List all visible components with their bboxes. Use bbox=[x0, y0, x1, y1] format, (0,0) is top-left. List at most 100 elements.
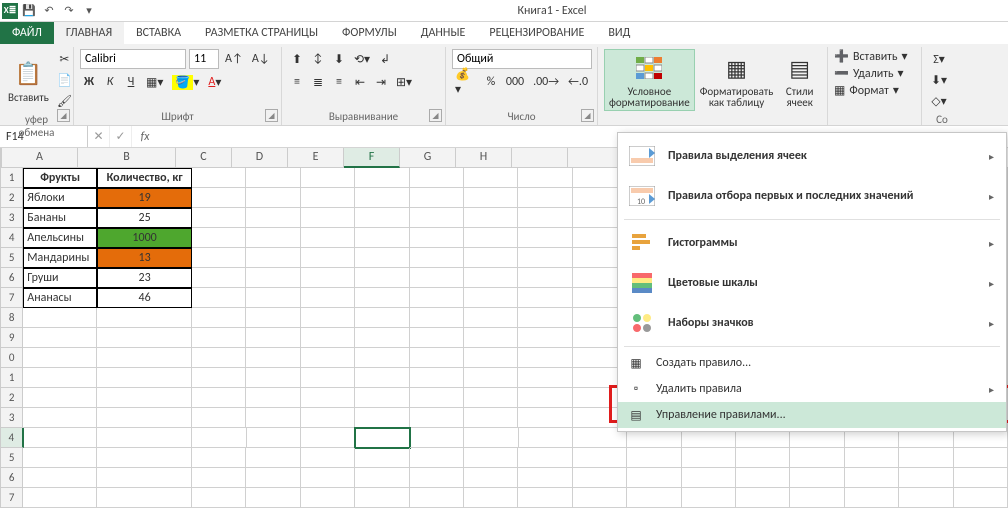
row-header[interactable]: 7 bbox=[0, 488, 23, 508]
cell[interactable] bbox=[301, 288, 355, 308]
row-header[interactable]: 5 bbox=[0, 448, 23, 468]
cell[interactable] bbox=[192, 188, 246, 208]
align-right-icon[interactable]: ≡ bbox=[330, 72, 348, 92]
format-as-table-button[interactable]: ▦ Форматировать как таблицу bbox=[698, 49, 776, 111]
merge-button[interactable]: ⊞▾ bbox=[393, 72, 415, 92]
cell[interactable]: 46 bbox=[97, 288, 192, 308]
cell[interactable] bbox=[518, 268, 572, 288]
cell[interactable] bbox=[301, 268, 355, 288]
cell[interactable] bbox=[355, 408, 409, 428]
cell[interactable] bbox=[464, 328, 518, 348]
number-dialog-launcher[interactable]: ◢ bbox=[581, 109, 594, 122]
cell[interactable]: Апельсины bbox=[23, 228, 97, 248]
cell[interactable] bbox=[355, 188, 409, 208]
decrease-decimal-icon[interactable]: ←.0 bbox=[565, 72, 591, 92]
increase-font-icon[interactable]: A↑ bbox=[222, 49, 246, 69]
row-header[interactable]: 6 bbox=[0, 468, 23, 488]
fill-color-button[interactable]: 🪣▾ bbox=[169, 72, 202, 92]
cell[interactable] bbox=[464, 308, 518, 328]
cell[interactable] bbox=[23, 368, 97, 388]
cell[interactable] bbox=[192, 468, 246, 488]
cell[interactable]: 19 bbox=[97, 188, 192, 208]
cell[interactable] bbox=[301, 448, 355, 468]
align-center-icon[interactable]: ≣ bbox=[309, 72, 327, 92]
align-bottom-icon[interactable]: ⬇ bbox=[330, 49, 348, 69]
cell[interactable] bbox=[355, 268, 409, 288]
cell[interactable] bbox=[355, 168, 409, 188]
save-icon[interactable]: 💾 bbox=[20, 2, 38, 20]
row-header[interactable]: 1 bbox=[0, 168, 23, 188]
cell[interactable] bbox=[682, 468, 736, 488]
cell[interactable] bbox=[899, 488, 953, 508]
cell[interactable] bbox=[192, 228, 246, 248]
cell[interactable] bbox=[464, 388, 518, 408]
cancel-formula-icon[interactable]: ✕ bbox=[88, 126, 110, 147]
cell[interactable] bbox=[410, 428, 464, 448]
cell[interactable] bbox=[301, 168, 355, 188]
tab-page-layout[interactable]: РАЗМЕТКА СТРАНИЦЫ bbox=[193, 22, 330, 44]
cell[interactable] bbox=[355, 388, 409, 408]
cell[interactable] bbox=[518, 328, 572, 348]
tab-file[interactable]: ФАЙЛ bbox=[0, 22, 54, 44]
cell[interactable] bbox=[192, 168, 246, 188]
col-header-E[interactable]: E bbox=[288, 148, 344, 168]
cell[interactable] bbox=[246, 248, 300, 268]
cell[interactable] bbox=[464, 228, 518, 248]
align-top-icon[interactable]: ⬆ bbox=[288, 49, 306, 69]
cell[interactable] bbox=[246, 368, 300, 388]
cell[interactable] bbox=[246, 228, 300, 248]
cell[interactable] bbox=[246, 288, 300, 308]
cell[interactable] bbox=[301, 188, 355, 208]
cell[interactable] bbox=[464, 268, 518, 288]
delete-cells-button[interactable]: ➖Удалить▾ bbox=[834, 66, 908, 81]
row-header[interactable]: 0 bbox=[0, 348, 23, 368]
cell[interactable] bbox=[518, 168, 572, 188]
cell[interactable] bbox=[518, 368, 572, 388]
col-header[interactable] bbox=[512, 148, 568, 168]
tab-insert[interactable]: ВСТАВКА bbox=[124, 22, 193, 44]
cell[interactable] bbox=[301, 208, 355, 228]
row-header[interactable]: 3 bbox=[0, 208, 23, 228]
bold-button[interactable]: Ж bbox=[80, 72, 98, 92]
cf-highlight-rules[interactable]: Правила выделения ячеек ▸ bbox=[618, 136, 1006, 176]
align-middle-icon[interactable]: ↕ bbox=[309, 49, 327, 69]
cell[interactable] bbox=[464, 468, 518, 488]
cell[interactable] bbox=[410, 308, 464, 328]
cell[interactable] bbox=[464, 348, 518, 368]
cf-color-scales[interactable]: Цветовые шкалы ▸ bbox=[618, 263, 1006, 303]
font-size-select[interactable] bbox=[189, 49, 219, 69]
col-header-B[interactable]: B bbox=[78, 148, 176, 168]
cell[interactable] bbox=[464, 288, 518, 308]
cell[interactable] bbox=[736, 448, 790, 468]
cell[interactable] bbox=[192, 348, 246, 368]
cell[interactable] bbox=[97, 428, 192, 448]
cell[interactable] bbox=[246, 208, 300, 228]
cell[interactable] bbox=[192, 488, 246, 508]
cell[interactable] bbox=[355, 308, 409, 328]
cell[interactable] bbox=[464, 488, 518, 508]
cell[interactable] bbox=[954, 468, 1008, 488]
cell[interactable] bbox=[627, 448, 681, 468]
cell[interactable] bbox=[192, 328, 246, 348]
cell[interactable] bbox=[23, 468, 97, 488]
font-dialog-launcher[interactable]: ◢ bbox=[265, 109, 278, 122]
italic-button[interactable]: К bbox=[101, 72, 119, 92]
cell[interactable] bbox=[192, 408, 246, 428]
cell[interactable] bbox=[518, 248, 572, 268]
cell[interactable] bbox=[899, 468, 953, 488]
insert-cells-button[interactable]: ➕Вставить▾ bbox=[834, 49, 908, 64]
wrap-text-button[interactable]: ↲ bbox=[376, 49, 394, 69]
cell[interactable] bbox=[192, 248, 246, 268]
cell[interactable] bbox=[518, 408, 572, 428]
row-header[interactable]: 5 bbox=[0, 248, 23, 268]
cell[interactable] bbox=[464, 368, 518, 388]
cell[interactable] bbox=[192, 208, 246, 228]
cell[interactable] bbox=[301, 248, 355, 268]
cell[interactable] bbox=[682, 488, 736, 508]
cell[interactable] bbox=[192, 268, 246, 288]
cell[interactable] bbox=[518, 488, 572, 508]
cell[interactable] bbox=[246, 448, 300, 468]
tab-formulas[interactable]: ФОРМУЛЫ bbox=[330, 22, 409, 44]
cf-top-bottom-rules[interactable]: 10 Правила отбора первых и последних зна… bbox=[618, 176, 1006, 216]
cf-new-rule[interactable]: ▦ Создать правило... bbox=[618, 350, 1006, 376]
